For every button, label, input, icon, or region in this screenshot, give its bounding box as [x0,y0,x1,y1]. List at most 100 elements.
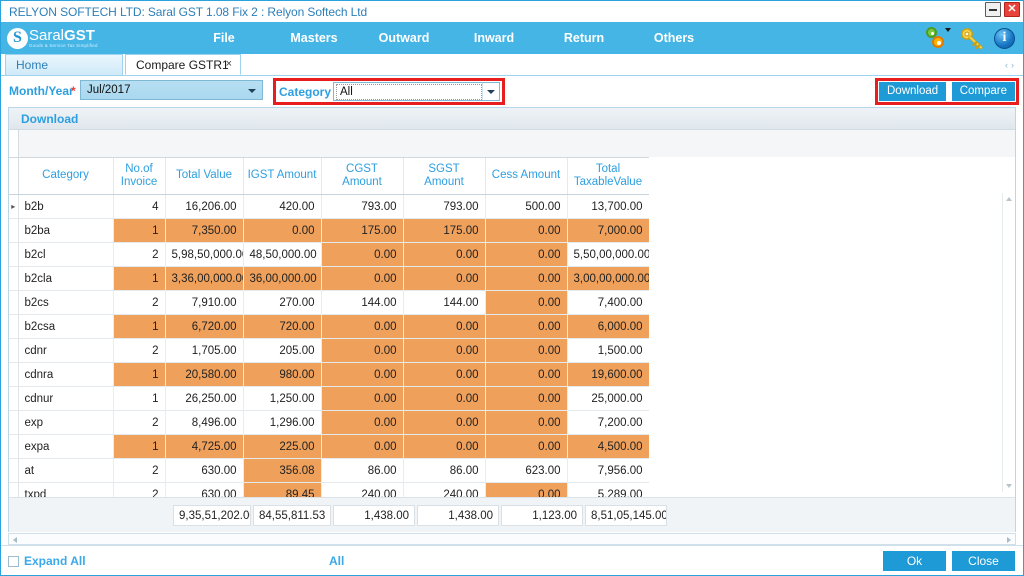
scroll-down-icon[interactable] [1005,482,1013,490]
cell-category[interactable]: expa [18,434,114,459]
table-row[interactable]: b2ba 1 7,350.00 0.00 175.00 175.00 0.00 7,000.0… [9,218,650,243]
cell-cess-amount[interactable]: 0.00 [485,434,568,459]
cell-igst-amount[interactable]: 356.08 [243,458,322,483]
cell-igst-amount[interactable]: 720.00 [243,314,322,339]
row-indicator[interactable] [9,290,19,315]
cell-total-value[interactable]: 26,250.00 [165,386,244,411]
cell-category[interactable]: b2b [18,194,114,219]
cell-sgst-amount[interactable]: 0.00 [403,386,486,411]
cell-no-of-invoice[interactable]: 1 [113,266,166,291]
cell-no-of-invoice[interactable]: 1 [113,218,166,243]
cell-sgst-amount[interactable]: 0.00 [403,314,486,339]
cell-igst-amount[interactable]: 270.00 [243,290,322,315]
table-row[interactable]: ▸ b2b 4 16,206.00 420.00 793.00 793.00 500.00 13… [9,194,650,219]
cell-total-taxable-value[interactable]: 5,50,00,000.00 [567,242,650,267]
column-header-sgst-amount[interactable]: SGST Amount [403,158,486,195]
cell-cess-amount[interactable]: 500.00 [485,194,568,219]
all-link[interactable]: All [329,554,344,568]
column-header-igst-amount[interactable]: IGST Amount [243,158,322,195]
cell-category[interactable]: cdnr [18,338,114,363]
table-row[interactable]: at 2 630.00 356.08 86.00 86.00 623.00 7,956.00 [9,458,650,483]
cell-cgst-amount[interactable]: 144.00 [321,290,404,315]
horizontal-scrollbar[interactable] [8,533,1016,545]
cell-total-value[interactable]: 8,496.00 [165,410,244,435]
cell-cess-amount[interactable]: 0.00 [485,218,568,243]
cell-no-of-invoice[interactable]: 1 [113,362,166,387]
cell-cess-amount[interactable]: 0.00 [485,266,568,291]
cell-cgst-amount[interactable]: 0.00 [321,338,404,363]
row-indicator[interactable] [9,218,19,243]
cell-total-value[interactable]: 20,580.00 [165,362,244,387]
cell-total-value[interactable]: 7,910.00 [165,290,244,315]
row-indicator[interactable] [9,242,19,267]
info-icon[interactable]: i [994,27,1015,49]
cell-cess-amount[interactable]: 0.00 [485,314,568,339]
cell-total-taxable-value[interactable]: 3,00,00,000.00 [567,266,650,291]
column-header-category[interactable]: Category [18,158,114,195]
cell-igst-amount[interactable]: 980.00 [243,362,322,387]
menu-item-outward[interactable]: Outward [359,25,449,51]
cell-no-of-invoice[interactable]: 2 [113,290,166,315]
cell-total-value[interactable]: 3,36,00,000.00 [165,266,244,291]
cell-no-of-invoice[interactable]: 2 [113,338,166,363]
cell-igst-amount[interactable]: 48,50,000.00 [243,242,322,267]
cell-no-of-invoice[interactable]: 1 [113,386,166,411]
cell-total-taxable-value[interactable]: 1,500.00 [567,338,650,363]
settings-gear-icon[interactable] [926,26,951,50]
cell-cgst-amount[interactable]: 86.00 [321,458,404,483]
column-header-total-taxable-value[interactable]: Total TaxableValue [567,158,650,195]
cell-no-of-invoice[interactable]: 1 [113,314,166,339]
row-indicator[interactable]: ▸ [9,194,19,219]
tab-compare-gstr1[interactable]: Compare GSTR1 × [125,54,241,75]
row-indicator[interactable] [9,410,19,435]
table-row[interactable]: cdnr 2 1,705.00 205.00 0.00 0.00 0.00 1,500.00 [9,338,650,363]
cell-igst-amount[interactable]: 36,00,000.00 [243,266,322,291]
cell-total-taxable-value[interactable]: 7,956.00 [567,458,650,483]
cell-total-taxable-value[interactable]: 19,600.00 [567,362,650,387]
row-indicator[interactable] [9,266,19,291]
table-row[interactable]: b2cl 2 5,98,50,000.00 48,50,000.00 0.00 0.00 0… [9,242,650,267]
cell-cess-amount[interactable]: 0.00 [485,362,568,387]
table-row[interactable]: cdnur 1 26,250.00 1,250.00 0.00 0.00 0.00 25,00… [9,386,650,411]
grid-vertical-scrollbar[interactable] [1002,193,1015,492]
cell-sgst-amount[interactable]: 0.00 [403,410,486,435]
cell-cgst-amount[interactable]: 0.00 [321,410,404,435]
cell-category[interactable]: cdnra [18,362,114,387]
table-row[interactable]: exp 2 8,496.00 1,296.00 0.00 0.00 0.00 7,200.00 [9,410,650,435]
scroll-right-icon[interactable] [1005,536,1013,544]
cell-cess-amount[interactable]: 623.00 [485,458,568,483]
cell-total-taxable-value[interactable]: 7,200.00 [567,410,650,435]
menu-item-file[interactable]: File [179,25,269,51]
cell-cess-amount[interactable]: 0.00 [485,338,568,363]
cell-igst-amount[interactable]: 225.00 [243,434,322,459]
cell-no-of-invoice[interactable]: 2 [113,458,166,483]
ok-button[interactable]: Ok [883,551,946,571]
download-button[interactable]: Download [879,82,947,101]
cell-cgst-amount[interactable]: 793.00 [321,194,404,219]
cell-total-value[interactable]: 630.00 [165,458,244,483]
cell-igst-amount[interactable]: 420.00 [243,194,322,219]
column-header-cess-amount[interactable]: Cess Amount [485,158,568,195]
row-indicator[interactable] [9,386,19,411]
row-indicator[interactable] [9,314,19,339]
cell-sgst-amount[interactable]: 86.00 [403,458,486,483]
cell-cgst-amount[interactable]: 0.00 [321,242,404,267]
cell-sgst-amount[interactable]: 144.00 [403,290,486,315]
cell-sgst-amount[interactable]: 0.00 [403,338,486,363]
table-row[interactable]: expa 1 4,725.00 225.00 0.00 0.00 0.00 4,500.00 [9,434,650,459]
cell-total-value[interactable]: 1,705.00 [165,338,244,363]
cell-cgst-amount[interactable]: 0.00 [321,362,404,387]
table-row[interactable]: cdnra 1 20,580.00 980.00 0.00 0.00 0.00 19,600.… [9,362,650,387]
minimize-button[interactable] [985,2,1001,17]
row-indicator[interactable] [9,362,19,387]
cell-category[interactable]: b2csa [18,314,114,339]
cell-category[interactable]: exp [18,410,114,435]
row-indicator[interactable] [9,338,19,363]
cell-sgst-amount[interactable]: 793.00 [403,194,486,219]
cell-category[interactable]: cdnur [18,386,114,411]
close-icon[interactable]: × [226,58,232,70]
menu-item-others[interactable]: Others [629,25,719,51]
tab-home[interactable]: Home [5,54,123,75]
table-row[interactable]: b2cla 1 3,36,00,000.00 36,00,000.00 0.00 0.00… [9,266,650,291]
cell-total-value[interactable]: 16,206.00 [165,194,244,219]
